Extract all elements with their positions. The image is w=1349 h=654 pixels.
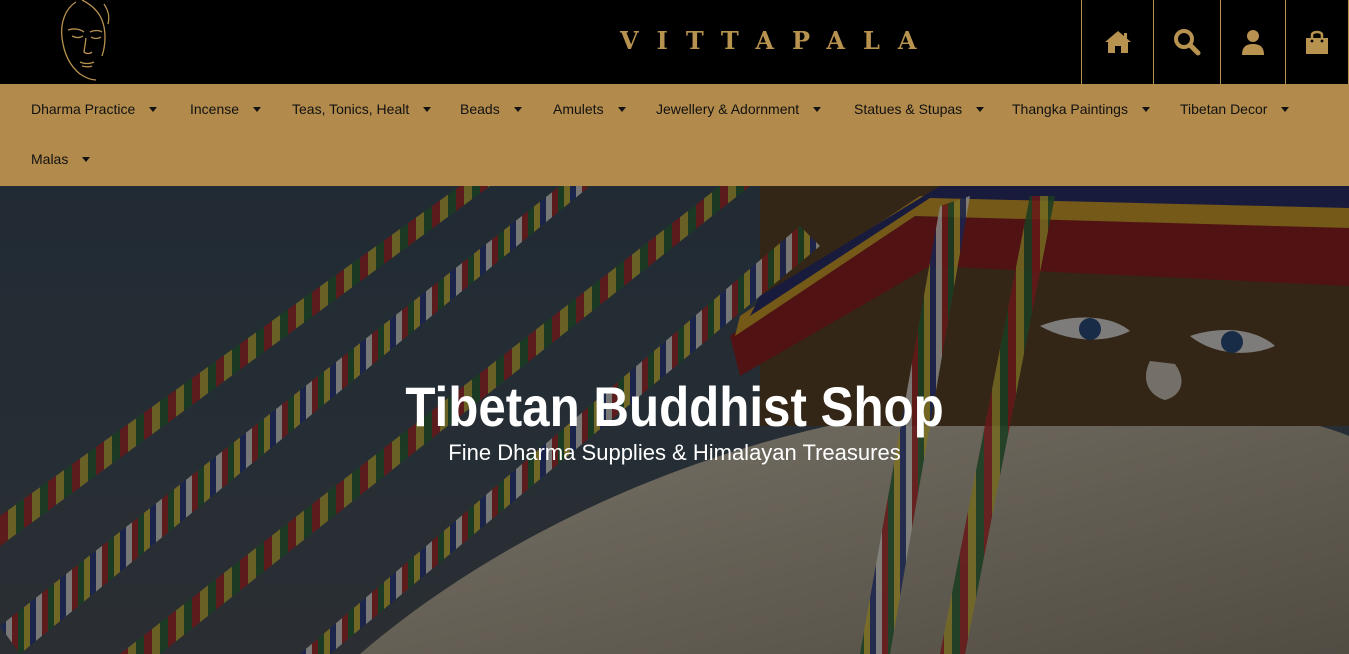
- nav-item-label: Dharma Practice: [31, 101, 136, 117]
- nav-item-dharma-practice[interactable]: Dharma Practice: [31, 84, 158, 134]
- nav-item-label: Incense: [190, 101, 240, 117]
- caret-down-icon: [1141, 106, 1150, 112]
- cart-button[interactable]: [1285, 0, 1349, 84]
- hero-banner: Tibetan Buddhist Shop Fine Dharma Suppli…: [0, 186, 1349, 654]
- nav-item-beads[interactable]: Beads: [460, 84, 522, 134]
- nav-item-label: Amulets: [553, 101, 604, 117]
- caret-down-icon: [976, 106, 985, 112]
- nav-item-incense[interactable]: Incense: [190, 84, 262, 134]
- hero-subtitle: Fine Dharma Supplies & Himalayan Treasur…: [448, 440, 901, 465]
- caret-down-icon: [253, 106, 262, 112]
- caret-down-icon: [813, 106, 822, 112]
- search-icon: [1174, 29, 1201, 56]
- caret-down-icon: [617, 106, 626, 112]
- caret-down-icon: [82, 156, 91, 162]
- brand-name[interactable]: VITTAPALA: [620, 26, 934, 56]
- nav-item-label: Thangka Paintings: [1012, 101, 1128, 117]
- caret-down-icon: [513, 106, 522, 112]
- nav-item-jewellery[interactable]: Jewellery & Adornment: [656, 84, 822, 134]
- nav-item-label: Jewellery & Adornment: [656, 101, 800, 117]
- account-icon: [1242, 30, 1264, 55]
- search-button[interactable]: [1153, 0, 1220, 84]
- nav-item-statues-stupas[interactable]: Statues & Stupas: [854, 84, 985, 134]
- site-header: VITTAPALA: [0, 0, 1349, 84]
- nav-item-thangka-paintings[interactable]: Thangka Paintings: [1012, 84, 1150, 134]
- shopping-bag-icon: [1306, 30, 1328, 54]
- nav-item-label: Tibetan Decor: [1180, 101, 1268, 117]
- caret-down-icon: [1281, 106, 1290, 112]
- hero-title: Tibetan Buddhist Shop: [405, 375, 944, 438]
- account-button[interactable]: [1220, 0, 1285, 84]
- caret-down-icon: [423, 106, 432, 112]
- nav-item-label: Teas, Tonics, Healt: [292, 101, 410, 117]
- main-navigation: Dharma Practice Incense Teas, Tonics, He…: [0, 84, 1349, 186]
- home-icon: [1104, 31, 1131, 53]
- nav-item-tibetan-decor[interactable]: Tibetan Decor: [1180, 84, 1290, 134]
- buddha-face-logo[interactable]: [46, 0, 114, 82]
- nav-item-malas[interactable]: Malas: [31, 134, 91, 184]
- nav-item-label: Malas: [31, 151, 69, 167]
- nav-item-amulets[interactable]: Amulets: [553, 84, 626, 134]
- nav-item-label: Statues & Stupas: [854, 101, 963, 117]
- nav-item-label: Beads: [460, 101, 500, 117]
- home-button[interactable]: [1081, 0, 1153, 84]
- caret-down-icon: [149, 106, 158, 112]
- nav-item-teas-tonics[interactable]: Teas, Tonics, Healt: [292, 84, 432, 134]
